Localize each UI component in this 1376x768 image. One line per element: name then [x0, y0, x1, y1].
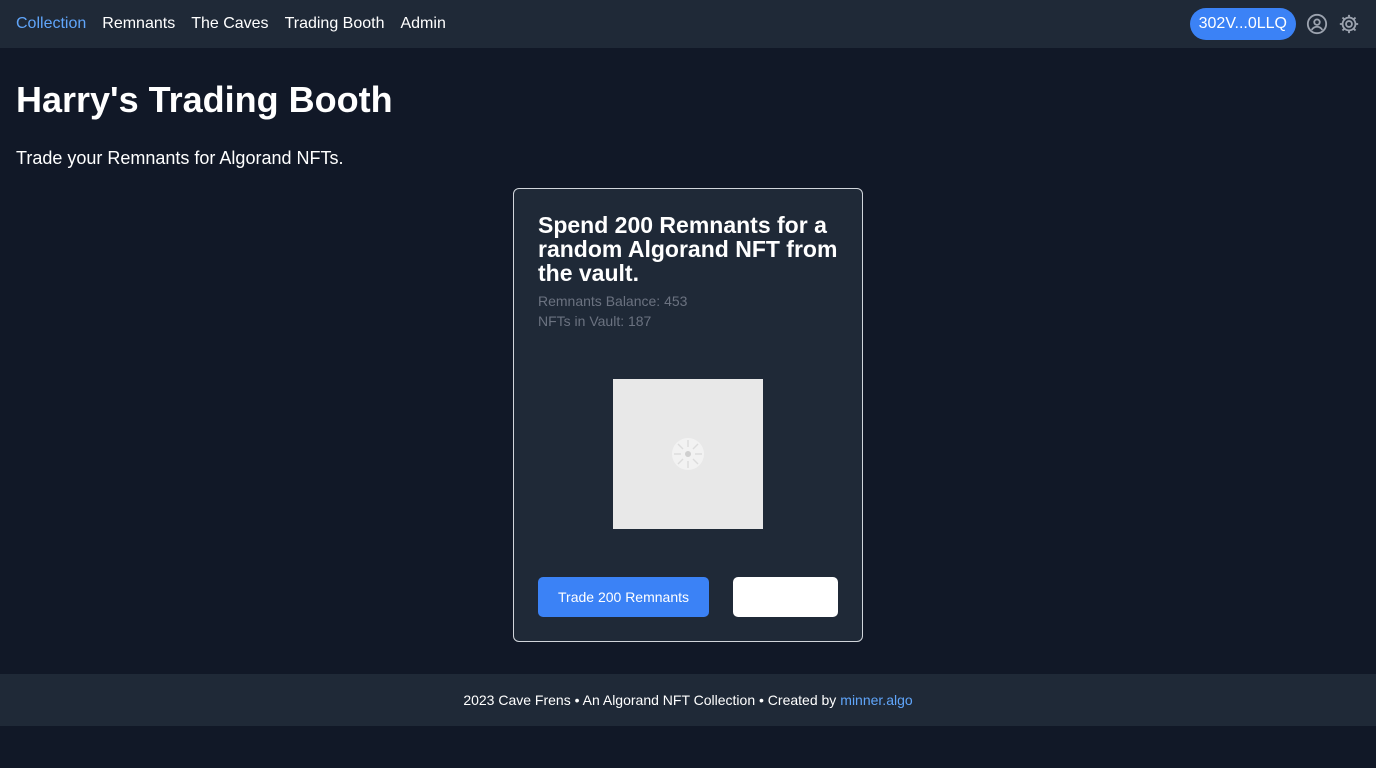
footer: 2023 Cave Frens • An Algorand NFT Collec… [0, 674, 1376, 726]
nav-links: Collection Remnants The Caves Trading Bo… [16, 15, 446, 33]
trade-card: Spend 200 Remnants for a random Algorand… [513, 188, 863, 642]
user-circle-icon[interactable] [1306, 13, 1328, 35]
nft-image-placeholder [613, 379, 763, 529]
nav-link-trading-booth[interactable]: Trading Booth [285, 15, 385, 33]
nav-link-remnants[interactable]: Remnants [102, 15, 175, 33]
footer-creator-link[interactable]: minner.algo [840, 692, 912, 708]
vault-count: NFTs in Vault: 187 [538, 313, 652, 329]
loading-spinner-icon [672, 438, 704, 470]
nav-link-collection[interactable]: Collection [16, 15, 86, 33]
top-navbar: Collection Remnants The Caves Trading Bo… [0, 0, 1376, 48]
secondary-button[interactable] [733, 577, 838, 617]
nav-link-the-caves[interactable]: The Caves [191, 15, 268, 33]
footer-text: 2023 Cave Frens • An Algorand NFT Collec… [463, 692, 837, 708]
trade-remnants-button[interactable]: Trade 200 Remnants [538, 577, 709, 617]
nav-actions: 302V...0LLQ [1189, 8, 1360, 40]
wallet-address-button[interactable]: 302V...0LLQ [1189, 8, 1296, 40]
page-title: Harry's Trading Booth [16, 79, 393, 120]
card-title: Spend 200 Remnants for a random Algorand… [538, 212, 838, 286]
gear-icon[interactable] [1338, 13, 1360, 35]
remnants-balance: Remnants Balance: 453 [538, 293, 688, 309]
page-subtitle: Trade your Remnants for Algorand NFTs. [16, 148, 344, 168]
nav-link-admin[interactable]: Admin [400, 15, 445, 33]
